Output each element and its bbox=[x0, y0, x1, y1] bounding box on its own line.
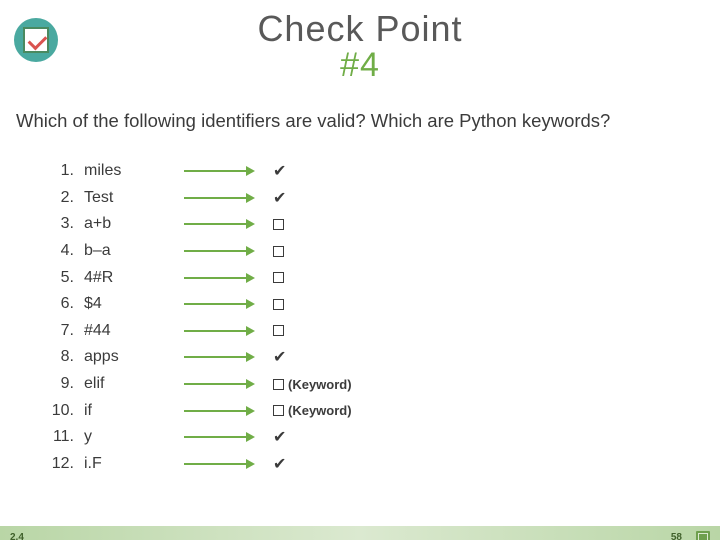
item-number: 10. bbox=[50, 402, 84, 420]
arrow-icon bbox=[184, 379, 255, 389]
list-item: 7.#44 bbox=[50, 318, 352, 345]
item-number: 2. bbox=[50, 189, 84, 207]
result-mark bbox=[273, 325, 284, 336]
title-main: Check Point bbox=[257, 8, 462, 49]
presentation-icon bbox=[696, 531, 710, 540]
result-mark: ✔ bbox=[273, 347, 286, 367]
empty-box-icon bbox=[273, 379, 284, 390]
item-number: 5. bbox=[50, 269, 84, 287]
identifier-text: Test bbox=[84, 189, 144, 207]
item-number: 4. bbox=[50, 242, 84, 260]
list-item: 6.$4 bbox=[50, 291, 352, 318]
identifier-text: a+b bbox=[84, 215, 144, 233]
list-item: 10.if (Keyword) bbox=[50, 397, 352, 424]
arrow-icon bbox=[184, 273, 255, 283]
identifier-text: 4#R bbox=[84, 269, 144, 287]
checkmark-icon: ✔ bbox=[273, 161, 286, 181]
item-number: 11. bbox=[50, 428, 84, 446]
item-number: 12. bbox=[50, 455, 84, 473]
list-item: 4.b–a bbox=[50, 238, 352, 265]
result-mark bbox=[273, 299, 284, 310]
checkmark-icon: ✔ bbox=[273, 347, 286, 367]
item-number: 1. bbox=[50, 162, 84, 180]
arrow-icon bbox=[184, 166, 255, 176]
identifier-text: i.F bbox=[84, 455, 144, 473]
arrow-icon bbox=[184, 219, 255, 229]
identifier-text: apps bbox=[84, 348, 144, 366]
list-item: 3.a+b bbox=[50, 211, 352, 238]
item-number: 6. bbox=[50, 295, 84, 313]
arrow-icon bbox=[184, 326, 255, 336]
result-mark bbox=[273, 219, 284, 230]
list-item: 11.y ✔ bbox=[50, 424, 352, 451]
result-mark bbox=[273, 272, 284, 283]
slide: Check Point #4 Which of the following id… bbox=[0, 8, 720, 540]
footer-section-number: 2.4 bbox=[10, 532, 24, 540]
identifier-list: 1.miles✔2.Test✔3.a+b4.b–a5.4#R6.$47.#448… bbox=[50, 158, 352, 477]
item-number: 8. bbox=[50, 348, 84, 366]
list-item: 9.elif (Keyword) bbox=[50, 371, 352, 398]
arrow-icon bbox=[184, 246, 255, 256]
result-mark: ✔ bbox=[273, 427, 286, 447]
identifier-text: b–a bbox=[84, 242, 144, 260]
arrow-icon bbox=[184, 193, 255, 203]
item-number: 7. bbox=[50, 322, 84, 340]
arrow-icon bbox=[184, 459, 255, 469]
empty-box-icon bbox=[273, 405, 284, 416]
list-item: 1.miles ✔ bbox=[50, 158, 352, 185]
identifier-text: if bbox=[84, 402, 144, 420]
empty-box-icon bbox=[273, 325, 284, 336]
result-mark: ✔ bbox=[273, 188, 286, 208]
identifier-text: miles bbox=[84, 162, 144, 180]
result-mark: (Keyword) bbox=[273, 377, 352, 392]
result-mark: (Keyword) bbox=[273, 403, 352, 418]
list-item: 5.4#R bbox=[50, 264, 352, 291]
list-item: 2.Test ✔ bbox=[50, 185, 352, 212]
checkmark-icon: ✔ bbox=[273, 427, 286, 447]
question-text: Which of the following identifiers are v… bbox=[16, 110, 704, 131]
item-number: 9. bbox=[50, 375, 84, 393]
slide-title: Check Point #4 bbox=[0, 8, 720, 85]
arrow-icon bbox=[184, 299, 255, 309]
result-mark: ✔ bbox=[273, 161, 286, 181]
checkmark-icon: ✔ bbox=[273, 454, 286, 474]
empty-box-icon bbox=[273, 299, 284, 310]
keyword-note: (Keyword) bbox=[288, 403, 352, 418]
item-number: 3. bbox=[50, 215, 84, 233]
title-number: #4 bbox=[0, 46, 720, 85]
empty-box-icon bbox=[273, 246, 284, 257]
identifier-text: $4 bbox=[84, 295, 144, 313]
result-mark: ✔ bbox=[273, 454, 286, 474]
result-mark bbox=[273, 246, 284, 257]
checkmark-icon: ✔ bbox=[273, 188, 286, 208]
empty-box-icon bbox=[273, 272, 284, 283]
identifier-text: elif bbox=[84, 375, 144, 393]
checkpoint-badge-icon bbox=[14, 18, 58, 62]
footer-page-number: 58 bbox=[671, 532, 682, 540]
list-item: 8.apps ✔ bbox=[50, 344, 352, 371]
list-item: 12.i.F ✔ bbox=[50, 451, 352, 478]
empty-box-icon bbox=[273, 219, 284, 230]
slide-footer: 2.4 58 bbox=[0, 526, 720, 540]
arrow-icon bbox=[184, 432, 255, 442]
identifier-text: y bbox=[84, 428, 144, 446]
arrow-icon bbox=[184, 352, 255, 362]
arrow-icon bbox=[184, 406, 255, 416]
checkmark-box-icon bbox=[23, 27, 49, 53]
keyword-note: (Keyword) bbox=[288, 377, 352, 392]
identifier-text: #44 bbox=[84, 322, 144, 340]
footer-right: 58 bbox=[671, 531, 710, 540]
